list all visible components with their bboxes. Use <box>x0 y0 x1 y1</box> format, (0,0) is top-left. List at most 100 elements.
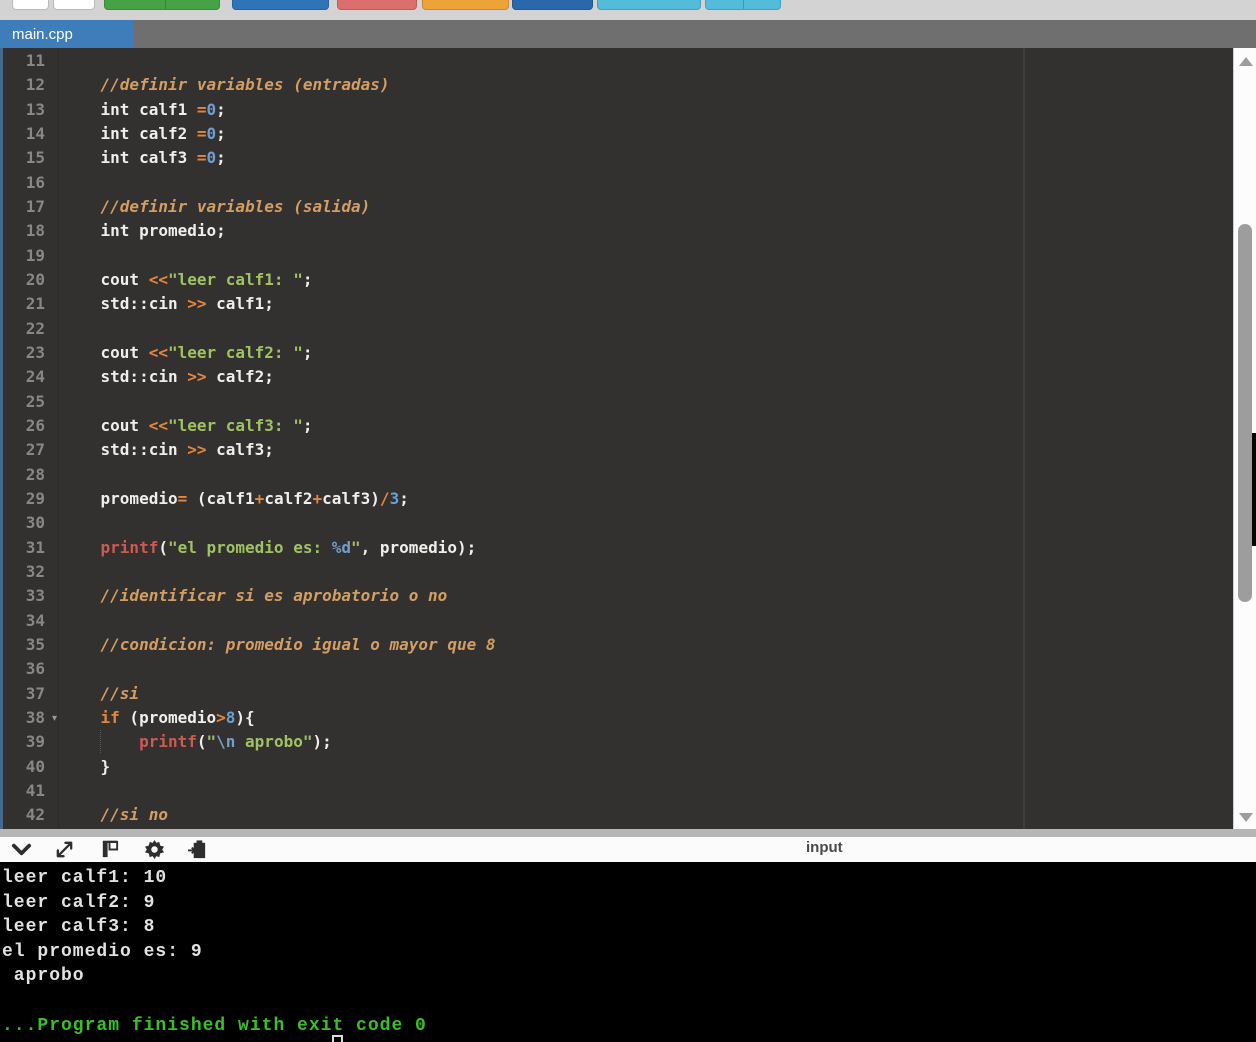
code-line[interactable]: //definir variables (entradas) <box>62 73 1233 97</box>
line-number: 28 <box>3 463 58 487</box>
console-lines: leer calf1: 10leer calf2: 9leer calf3: 8… <box>2 866 1256 1038</box>
scrollbar-marker <box>1252 433 1256 546</box>
scroll-up-arrow-icon[interactable] <box>1239 57 1253 66</box>
stop-button[interactable]: Stop <box>337 0 417 10</box>
code-line[interactable]: int promedio; <box>62 219 1233 243</box>
code-editor[interactable]: 1112131415161718192021222324252627282930… <box>0 48 1233 829</box>
line-number: 20 <box>3 268 58 292</box>
stop-button-label: Stop <box>369 0 402 1</box>
code-line[interactable] <box>62 657 1233 681</box>
line-number: 17 <box>3 195 58 219</box>
tab-main-cpp[interactable]: main.cpp <box>0 20 133 48</box>
line-number: 38▾ <box>3 706 58 730</box>
code-line[interactable]: //identificar si es aprobatorio o no <box>62 584 1233 608</box>
code-line[interactable] <box>62 609 1233 633</box>
line-number: 30 <box>3 511 58 535</box>
code-line[interactable]: //si no <box>62 803 1233 827</box>
code-line[interactable] <box>62 317 1233 341</box>
save-button[interactable]: Save <box>512 0 593 10</box>
line-number: 42 <box>3 803 58 827</box>
code-line[interactable]: int calf3 =0; <box>62 146 1233 170</box>
expand-icon[interactable] <box>54 839 75 860</box>
line-number: 36 <box>3 657 58 681</box>
code-line[interactable]: std::cin >> calf1; <box>62 292 1233 316</box>
share-button-label: Share <box>456 0 498 1</box>
code-line[interactable]: std::cin >> calf2; <box>62 365 1233 389</box>
code-line[interactable] <box>62 560 1233 584</box>
line-number-gutter[interactable]: 1112131415161718192021222324252627282930… <box>3 49 58 829</box>
top-toolbar: Run Debug Stop Share <box>0 0 1256 11</box>
line-number: 14 <box>3 122 58 146</box>
line-number: 13 <box>3 98 58 122</box>
code-area[interactable]: //definir variables (entradas) int calf1… <box>62 49 1233 829</box>
beautify-button-label: Beautify <box>630 0 689 1</box>
line-number: 21 <box>3 292 58 316</box>
code-line[interactable] <box>62 49 1233 73</box>
console-line <box>2 989 1256 1014</box>
code-line[interactable]: printf("\n aprobo"); <box>62 730 1233 754</box>
code-line[interactable]: } <box>62 755 1233 779</box>
line-number: 25 <box>3 390 58 414</box>
braces-icon: { } <box>609 0 625 1</box>
code-line[interactable] <box>62 171 1233 195</box>
code-line[interactable]: int calf1 =0; <box>62 98 1233 122</box>
code-line[interactable]: int calf2 =0; <box>62 122 1233 146</box>
paste-icon[interactable] <box>187 839 208 860</box>
code-line[interactable]: cout <<"leer calf3: "; <box>62 414 1233 438</box>
line-number: 39 <box>3 730 58 754</box>
language-select-button[interactable] <box>705 0 781 10</box>
code-line[interactable] <box>62 779 1233 803</box>
code-line[interactable]: promedio= (calf1+calf2+calf3)/3; <box>62 487 1233 511</box>
beautify-button[interactable]: { } Beautify <box>597 0 701 10</box>
editor-tab-bar: main.cpp <box>0 20 1256 48</box>
fork-project-button[interactable] <box>53 0 95 10</box>
code-line[interactable] <box>62 390 1233 414</box>
share-button[interactable]: Share <box>422 0 509 10</box>
code-line[interactable]: //condicion: promedio igual o mayor que … <box>62 633 1233 657</box>
gutter-divider <box>58 48 59 829</box>
console-divider-strip[interactable] <box>0 829 1256 837</box>
code-line[interactable] <box>62 511 1233 535</box>
scroll-down-arrow-icon[interactable] <box>1239 813 1253 822</box>
console-line: leer calf2: 9 <box>2 891 1256 916</box>
code-line[interactable] <box>62 244 1233 268</box>
code-line[interactable]: if (promedio>8){ <box>62 706 1233 730</box>
line-number: 32 <box>3 560 58 584</box>
console-output[interactable]: leer calf1: 10leer calf2: 9leer calf3: 8… <box>0 862 1256 1042</box>
code-line[interactable]: std::cin >> calf3; <box>62 438 1233 462</box>
settings-gear-icon[interactable] <box>144 839 165 860</box>
run-button[interactable]: Run <box>104 0 220 10</box>
code-line[interactable]: //definir variables (salida) <box>62 195 1233 219</box>
console-line: leer calf1: 10 <box>2 866 1256 891</box>
line-number: 22 <box>3 317 58 341</box>
line-number: 34 <box>3 609 58 633</box>
console-header: input <box>0 829 1256 862</box>
code-line[interactable]: printf("el promedio es: %d", promedio); <box>62 536 1233 560</box>
code-line[interactable]: cout <<"leer calf2: "; <box>62 341 1233 365</box>
fold-caret-icon[interactable]: ▾ <box>52 707 57 731</box>
line-number: 16 <box>3 171 58 195</box>
editor-vertical-scrollbar[interactable] <box>1233 48 1256 829</box>
line-number: 23 <box>3 341 58 365</box>
tab-main-cpp-label: main.cpp <box>12 26 73 43</box>
debug-button[interactable]: Debug <box>232 0 329 10</box>
code-line[interactable]: //si <box>62 682 1233 706</box>
line-number: 27 <box>3 438 58 462</box>
terminal-cursor <box>332 1035 343 1042</box>
line-number: 24 <box>3 365 58 389</box>
line-number: 40 <box>3 755 58 779</box>
program-finished-line: ...Program finished with exit code 0 <box>2 1014 1256 1039</box>
console-window-button[interactable] <box>12 0 49 10</box>
scrollbar-thumb[interactable] <box>1238 224 1252 602</box>
line-number: 33 <box>3 584 58 608</box>
line-number: 15 <box>3 146 58 170</box>
code-line[interactable] <box>62 463 1233 487</box>
save-button-label: Save <box>545 0 580 1</box>
code-line[interactable]: cout <<"leer calf1: "; <box>62 268 1233 292</box>
dock-layout-icon[interactable] <box>99 839 120 860</box>
split-divider <box>743 0 744 9</box>
collapse-chevron-icon[interactable] <box>11 839 32 860</box>
line-number: 18 <box>3 219 58 243</box>
line-number: 35 <box>3 633 58 657</box>
line-number: 11 <box>3 49 58 73</box>
